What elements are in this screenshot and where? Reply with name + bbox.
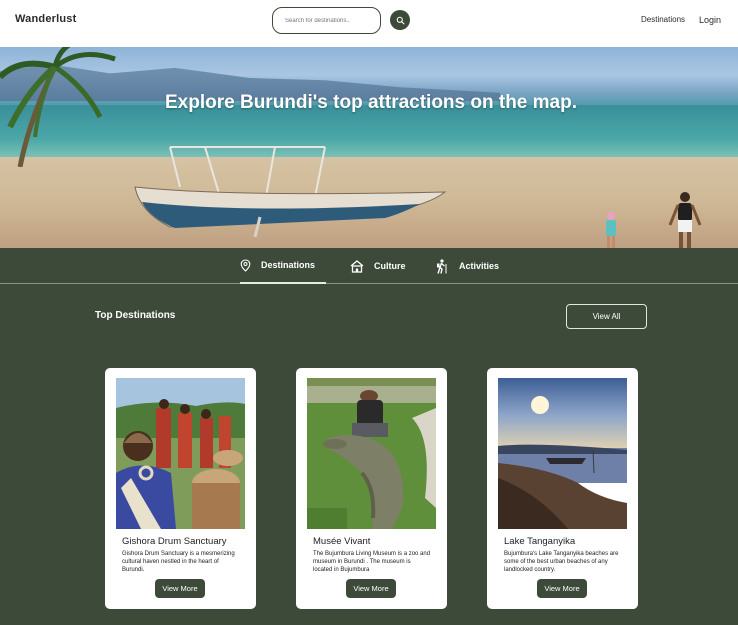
hut-icon <box>350 259 364 273</box>
tab-destinations-label: Destinations <box>261 260 316 270</box>
search-input[interactable] <box>273 8 380 33</box>
nav-destinations-link[interactable]: Destinations <box>641 15 685 24</box>
card-description: Bujumbura's Lake Tanganyika beaches are … <box>504 551 619 573</box>
destination-card-gishora[interactable]: Gishora Drum Sanctuary Gishora Drum Sanc… <box>105 368 256 609</box>
canoe-icon <box>134 146 447 237</box>
brand-logo[interactable]: Wanderlust <box>15 13 77 25</box>
card-title: Gishora Drum Sanctuary <box>122 536 227 547</box>
map-pin-icon <box>240 258 251 272</box>
card-description: The Bujumbura Living Museum is a zoo and… <box>313 551 431 573</box>
destination-card-lake-tanganyika[interactable]: Lake Tanganyika Bujumbura's Lake Tangany… <box>487 368 638 609</box>
category-tabs: Destinations Culture Activities <box>0 248 738 284</box>
view-more-button[interactable]: View More <box>346 579 396 598</box>
gishora-drummers-photo <box>116 378 245 529</box>
view-more-button[interactable]: View More <box>537 579 587 598</box>
view-all-button[interactable]: View All <box>566 304 647 329</box>
crocodile-photo <box>307 378 436 529</box>
hero-title: Explore Burundi's top attractions on the… <box>0 92 738 114</box>
nav-login-link[interactable]: Login <box>699 15 721 25</box>
tab-activities[interactable]: Activities <box>435 248 499 284</box>
woman-figure-icon <box>668 192 702 248</box>
hero-title-text: Explore Burundi's top attractions on the… <box>165 92 577 113</box>
top-navbar: Wanderlust Destinations Login <box>0 0 738 47</box>
hiker-icon <box>437 258 447 274</box>
search-icon <box>396 16 404 24</box>
hero-banner: Explore Burundi's top attractions on the… <box>0 47 738 248</box>
view-more-button[interactable]: View More <box>155 579 205 598</box>
section-title: Top Destinations <box>95 310 176 321</box>
search-box <box>272 7 381 34</box>
tab-activities-label: Activities <box>459 261 500 271</box>
tab-culture[interactable]: Culture <box>350 248 406 284</box>
search-button[interactable] <box>390 10 410 30</box>
card-title: Musée Vivant <box>313 536 371 547</box>
child-figure-icon <box>606 212 616 248</box>
tab-destinations[interactable]: Destinations <box>240 248 326 284</box>
card-title: Lake Tanganyika <box>504 536 576 547</box>
tab-culture-label: Culture <box>374 261 406 271</box>
destination-card-musee-vivant[interactable]: Musée Vivant The Bujumbura Living Museum… <box>296 368 447 609</box>
card-description: Gishora Drum Sanctuary is a mesmerizing … <box>122 551 235 573</box>
lake-sunset-photo <box>498 378 627 529</box>
